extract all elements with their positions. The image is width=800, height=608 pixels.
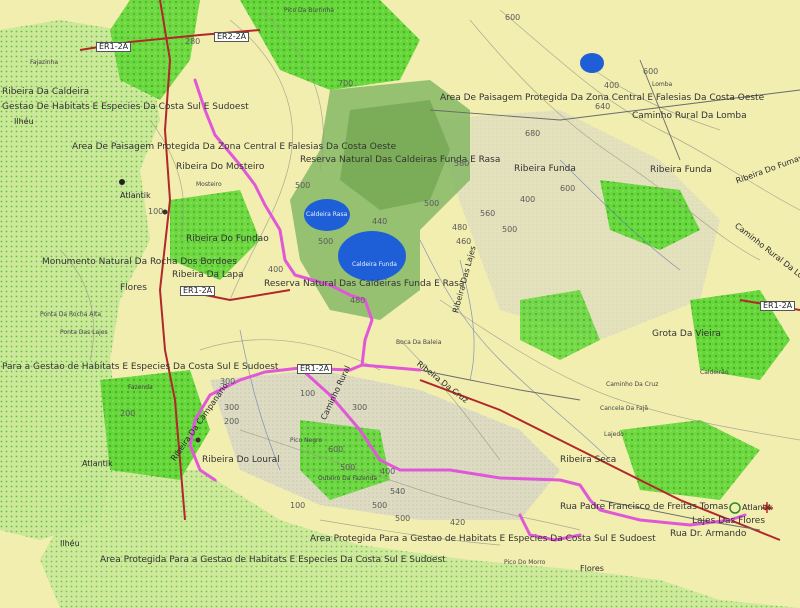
minor-label: Mosteiro <box>196 181 222 188</box>
place-label: Ribeira Do Loural <box>202 455 280 465</box>
place-label: Para a Gestao de Habitats E Especies Da … <box>2 362 279 372</box>
elevation-label: 440 <box>372 217 388 226</box>
minor-label: Ponta Da Rocha Alta <box>40 311 102 318</box>
elevation-label: 480 <box>452 223 468 232</box>
place-label: Ribeira Seca <box>560 455 617 465</box>
place-label: Ribeira Da Caldeira <box>2 87 90 97</box>
elevation-label: 100 <box>148 207 164 216</box>
lake-north <box>580 53 604 73</box>
minor-label: Caminho Da Cruz <box>606 381 659 388</box>
place-label: Atlantik <box>82 459 113 468</box>
minor-label: Fajazinha <box>30 59 59 66</box>
lake-caldeira-funda <box>338 231 406 281</box>
elevation-label: 100 <box>300 389 316 398</box>
elevation-label: 200 <box>224 417 240 426</box>
place-label: Gestao De Habitats E Especies Da Costa S… <box>2 102 249 112</box>
elevation-label: 600 <box>643 67 659 76</box>
place-label: Atlantik <box>742 503 773 512</box>
place-label: Reserva Natural Das Caldeiras Funda E Ra… <box>300 155 501 165</box>
minor-label: Ponta Das Lajes <box>60 329 108 336</box>
elevation-label: 500 <box>395 514 411 523</box>
elevation-label: 580 <box>454 159 470 168</box>
elevation-label: 100 <box>290 501 306 510</box>
elevation-label: 600 <box>505 13 521 22</box>
place-label: Area De Paisagem Protegida Da Zona Centr… <box>72 142 397 152</box>
elevation-label: 600 <box>328 445 344 454</box>
elevation-label: 480 <box>350 296 366 305</box>
minor-label: Caldeirão <box>700 369 729 376</box>
place-label: Rua Padre Francisco de Freitas Tomas <box>560 502 729 512</box>
road-label-er2-2a: ER2-2A <box>214 32 250 42</box>
elevation-label: 200 <box>120 409 136 418</box>
place-label: Lajes Das Flores <box>692 516 766 526</box>
elevation-label: 540 <box>390 487 406 496</box>
topographic-map[interactable]: ER1-2A ER2-2A ER1-2A ER1-2A ER1-2A Ribei… <box>0 0 800 608</box>
place-label: Ilhéu <box>60 539 80 548</box>
elevation-label: 400 <box>604 81 620 90</box>
elevation-label: 600 <box>560 184 576 193</box>
place-label: Rua Dr. Armando <box>670 529 747 539</box>
minor-label: Lajedo <box>604 431 624 438</box>
place-label: Area Protegida Para a Gestao de Habitats… <box>310 534 656 544</box>
minor-label: Boca Da Baleia <box>396 339 442 346</box>
elevation-label: 300 <box>352 403 368 412</box>
elevation-label: 500 <box>372 501 388 510</box>
place-label: Ilhéu <box>14 117 34 126</box>
elevation-label: 500 <box>502 225 518 234</box>
minor-label: Pico Negro <box>290 437 323 444</box>
place-label: Atlantik <box>120 191 151 200</box>
place-label: Ribeira Da Lapa <box>172 270 244 280</box>
place-label: Monumento Natural Da Rocha Dos Bordoes <box>42 257 237 267</box>
lake-label-funda: Caldeira Funda <box>352 261 397 268</box>
road-label-er1-2a-north: ER1-2A <box>96 42 132 52</box>
elevation-label: 400 <box>268 265 284 274</box>
elevation-label: 700 <box>338 79 354 88</box>
minor-label: Pico Da Burrinha <box>284 7 334 14</box>
minor-label: Outeiro Da Fazenda <box>318 475 378 482</box>
road-label-er1-2a-west: ER1-2A <box>180 286 216 296</box>
elevation-label: 300 <box>220 377 236 386</box>
elevation-label: 420 <box>450 518 466 527</box>
place-label: Area Protegida Para a Gestao de Habitats… <box>100 555 446 565</box>
elevation-label: 280 <box>185 37 201 46</box>
minor-label: Cancela Da Fajã <box>600 405 649 412</box>
minor-label: Pico Do Morro <box>504 559 546 566</box>
lake-label-rasa: Caldeira Rasa <box>306 211 348 218</box>
elevation-label: 680 <box>525 129 541 138</box>
place-label: Ribeira Funda <box>650 165 712 175</box>
place-label: Flores <box>580 564 604 573</box>
place-label: Grota Da Vieira <box>652 329 721 339</box>
elevation-label: 500 <box>424 199 440 208</box>
place-label: Ribeira Do Mosteiro <box>176 162 265 172</box>
elevation-label: 560 <box>480 209 496 218</box>
elevation-label: 500 <box>340 463 356 472</box>
elevation-label: 460 <box>456 237 472 246</box>
road-label-er1-2a-east: ER1-2A <box>760 301 796 311</box>
elevation-label: 640 <box>595 102 611 111</box>
minor-label: Lomba <box>652 81 673 88</box>
place-label: Reserva Natural Das Caldeiras Funda E Ra… <box>264 279 465 289</box>
place-label: Ribeira Do Fundao <box>186 234 269 244</box>
elevation-label: 300 <box>224 403 240 412</box>
place-label: Flores <box>120 283 147 293</box>
road-label-er1-2a-south: ER1-2A <box>297 364 333 374</box>
place-label: Caminho Rural Da Lomba <box>632 111 747 121</box>
minor-label: Fazenda <box>128 384 153 391</box>
place-label: Ribeira Funda <box>514 164 576 174</box>
elevation-label: 500 <box>318 237 334 246</box>
elevation-label: 400 <box>520 195 536 204</box>
elevation-label: 500 <box>295 181 311 190</box>
elevation-label: 400 <box>380 467 396 476</box>
